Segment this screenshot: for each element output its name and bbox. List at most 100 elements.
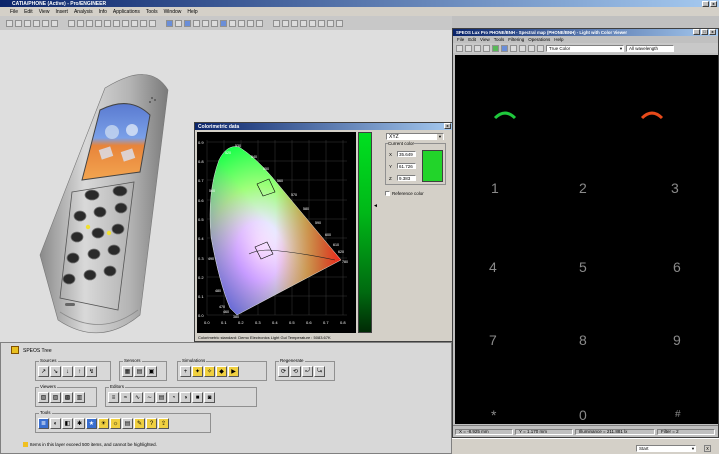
csys-icon[interactable] — [256, 19, 263, 27]
cut-icon[interactable] — [86, 19, 93, 27]
viewer-menu-edit[interactable]: Edit — [468, 37, 476, 42]
xmp-viewer-button[interactable]: ▧ — [38, 392, 49, 403]
ray-file-source-button[interactable]: ↘ — [50, 366, 61, 377]
colormode-select[interactable]: True Color ▼ — [546, 44, 624, 52]
list-tool-button[interactable]: ≣ — [38, 418, 49, 429]
direct-simulation-button[interactable]: + — [180, 366, 191, 377]
regenerate-sources-button[interactable]: ⤾ — [302, 366, 313, 377]
viewer-spectrum-icon[interactable] — [492, 44, 499, 52]
surface-editor-button[interactable]: ≈ — [120, 392, 131, 403]
light-guide-button[interactable]: ◧ — [62, 418, 73, 429]
photometric-viewer-button[interactable]: ▥ — [74, 392, 85, 403]
bsdf-editor-button[interactable]: ◔ — [168, 392, 179, 403]
zoom-in-icon[interactable] — [193, 19, 200, 27]
refit-icon[interactable] — [211, 19, 218, 27]
chevron-down-icon[interactable]: ▼ — [437, 133, 443, 140]
y-value-field[interactable]: 61.726 — [397, 163, 416, 169]
extrude-icon[interactable] — [282, 19, 289, 27]
reference-color-checkbox[interactable] — [385, 191, 390, 196]
taskbar-select[interactable]: Start ▼ — [636, 445, 696, 452]
run-simulation-button[interactable]: ▶ — [228, 366, 239, 377]
report-tool-button[interactable]: ▤ — [122, 418, 133, 429]
viewer-colorbar-icon[interactable] — [501, 44, 508, 52]
viewer-close-button[interactable]: x — [709, 29, 716, 35]
viewer-menu-filtering[interactable]: Filtering — [508, 37, 524, 42]
revolve-icon[interactable] — [291, 19, 298, 27]
model-tree-icon[interactable] — [122, 19, 129, 27]
regenerate-all-button[interactable]: ⟲ — [290, 366, 301, 377]
colorspace-select[interactable]: XYZ ▼ — [386, 133, 444, 140]
optical-editor-button[interactable]: ◙ — [204, 392, 215, 403]
window-icon[interactable] — [131, 19, 138, 27]
viewer-grid-icon[interactable] — [519, 44, 526, 52]
spectrum-editor-button[interactable]: ∿ — [132, 392, 143, 403]
sketch-icon[interactable] — [273, 19, 280, 27]
viewer-settings-icon[interactable] — [528, 44, 535, 52]
menu-analysis[interactable]: Analysis — [74, 9, 93, 15]
view-icon[interactable] — [220, 19, 227, 27]
taskbar-close-icon[interactable]: x — [704, 445, 711, 452]
viewer-color-icon[interactable] — [537, 44, 544, 52]
zoom-out-icon[interactable] — [202, 19, 209, 27]
radiance-sensor-button[interactable]: ▦ — [122, 366, 133, 377]
color-tool-button[interactable]: ◐ — [50, 418, 61, 429]
viewer-measure-icon[interactable] — [510, 44, 517, 52]
reference-color-option[interactable]: Reference color — [385, 191, 424, 196]
ray-trace-button[interactable]: ★ — [86, 418, 97, 429]
menu-help[interactable]: Help — [187, 9, 197, 15]
lens-editor-button[interactable]: ◑ — [180, 392, 191, 403]
viewer-maximize-button[interactable]: □ — [701, 29, 708, 35]
menu-info[interactable]: Info — [99, 9, 107, 15]
help-tool-button[interactable]: ? — [146, 418, 157, 429]
shading-icon[interactable] — [166, 19, 173, 27]
interactive-simulation-button[interactable]: ✧ — [204, 366, 215, 377]
viewer-menu-operations[interactable]: Operations — [528, 37, 550, 42]
chamfer-icon[interactable] — [318, 19, 325, 27]
menu-edit[interactable]: Edit — [24, 9, 33, 15]
export-tool-button[interactable]: ⇪ — [158, 418, 169, 429]
menu-window[interactable]: Window — [164, 9, 182, 15]
material-editor-button[interactable]: ≡ — [108, 392, 119, 403]
chevron-down-icon[interactable]: ▼ — [691, 446, 695, 451]
notes-tool-button[interactable]: ✎ — [134, 418, 145, 429]
menu-insert[interactable]: Insert — [55, 9, 68, 15]
x-value-field[interactable]: 35.649 — [397, 151, 416, 157]
menu-view[interactable]: View — [39, 9, 50, 15]
intensity-sensor-button[interactable]: ▣ — [146, 366, 157, 377]
viewer-menu-view[interactable]: View — [480, 37, 490, 42]
inverse-simulation-button[interactable]: ✦ — [192, 366, 203, 377]
save-icon[interactable] — [24, 19, 31, 27]
cie-chromaticity-diagram[interactable]: 0.9 0.8 0.7 0.6 0.5 0.4 0.3 0.2 0.1 0.0 … — [197, 132, 356, 333]
hdr-viewer-button[interactable]: ▨ — [50, 392, 61, 403]
email-icon[interactable] — [42, 19, 49, 27]
datum-axis-icon[interactable] — [238, 19, 245, 27]
hidden-line-icon[interactable] — [149, 19, 156, 27]
viewer-zoom-icon[interactable] — [474, 44, 481, 52]
viewer-save-icon[interactable] — [465, 44, 472, 52]
optimize-button[interactable]: ✱ — [74, 418, 85, 429]
viewer-menu-file[interactable]: File — [457, 37, 464, 42]
irradiance-sensor-button[interactable]: ▤ — [134, 366, 145, 377]
hole-icon[interactable] — [300, 19, 307, 27]
z-value-field[interactable]: 9.383 — [397, 175, 416, 181]
menu-tools[interactable]: Tools — [146, 9, 158, 15]
mirror-icon[interactable] — [336, 19, 343, 27]
color-editor-button[interactable]: ■ — [192, 392, 203, 403]
viewer-hand-icon[interactable] — [483, 44, 490, 52]
pattern-icon[interactable] — [327, 19, 334, 27]
ambient-source-button[interactable]: ↯ — [86, 366, 97, 377]
undo-icon[interactable] — [68, 19, 75, 27]
intensity-editor-button[interactable]: ∼ — [144, 392, 155, 403]
round-icon[interactable] — [309, 19, 316, 27]
point-source-button[interactable]: ↓ — [62, 366, 73, 377]
open-icon[interactable] — [15, 19, 22, 27]
texture-editor-button[interactable]: ▤ — [156, 392, 167, 403]
layer-icon[interactable] — [113, 19, 120, 27]
viewer-minimize-button[interactable]: _ — [693, 29, 700, 35]
luminance-tool-button[interactable]: ☼ — [110, 418, 121, 429]
colorimetric-close-button[interactable]: x — [444, 123, 451, 129]
redo-icon[interactable] — [77, 19, 84, 27]
regenerate-icon[interactable] — [104, 19, 111, 27]
spectral-map-image[interactable]: 1 2 3 4 5 6 7 8 9 * 0 # — [455, 55, 718, 424]
spectral-viewer-button[interactable]: ▩ — [62, 392, 73, 403]
